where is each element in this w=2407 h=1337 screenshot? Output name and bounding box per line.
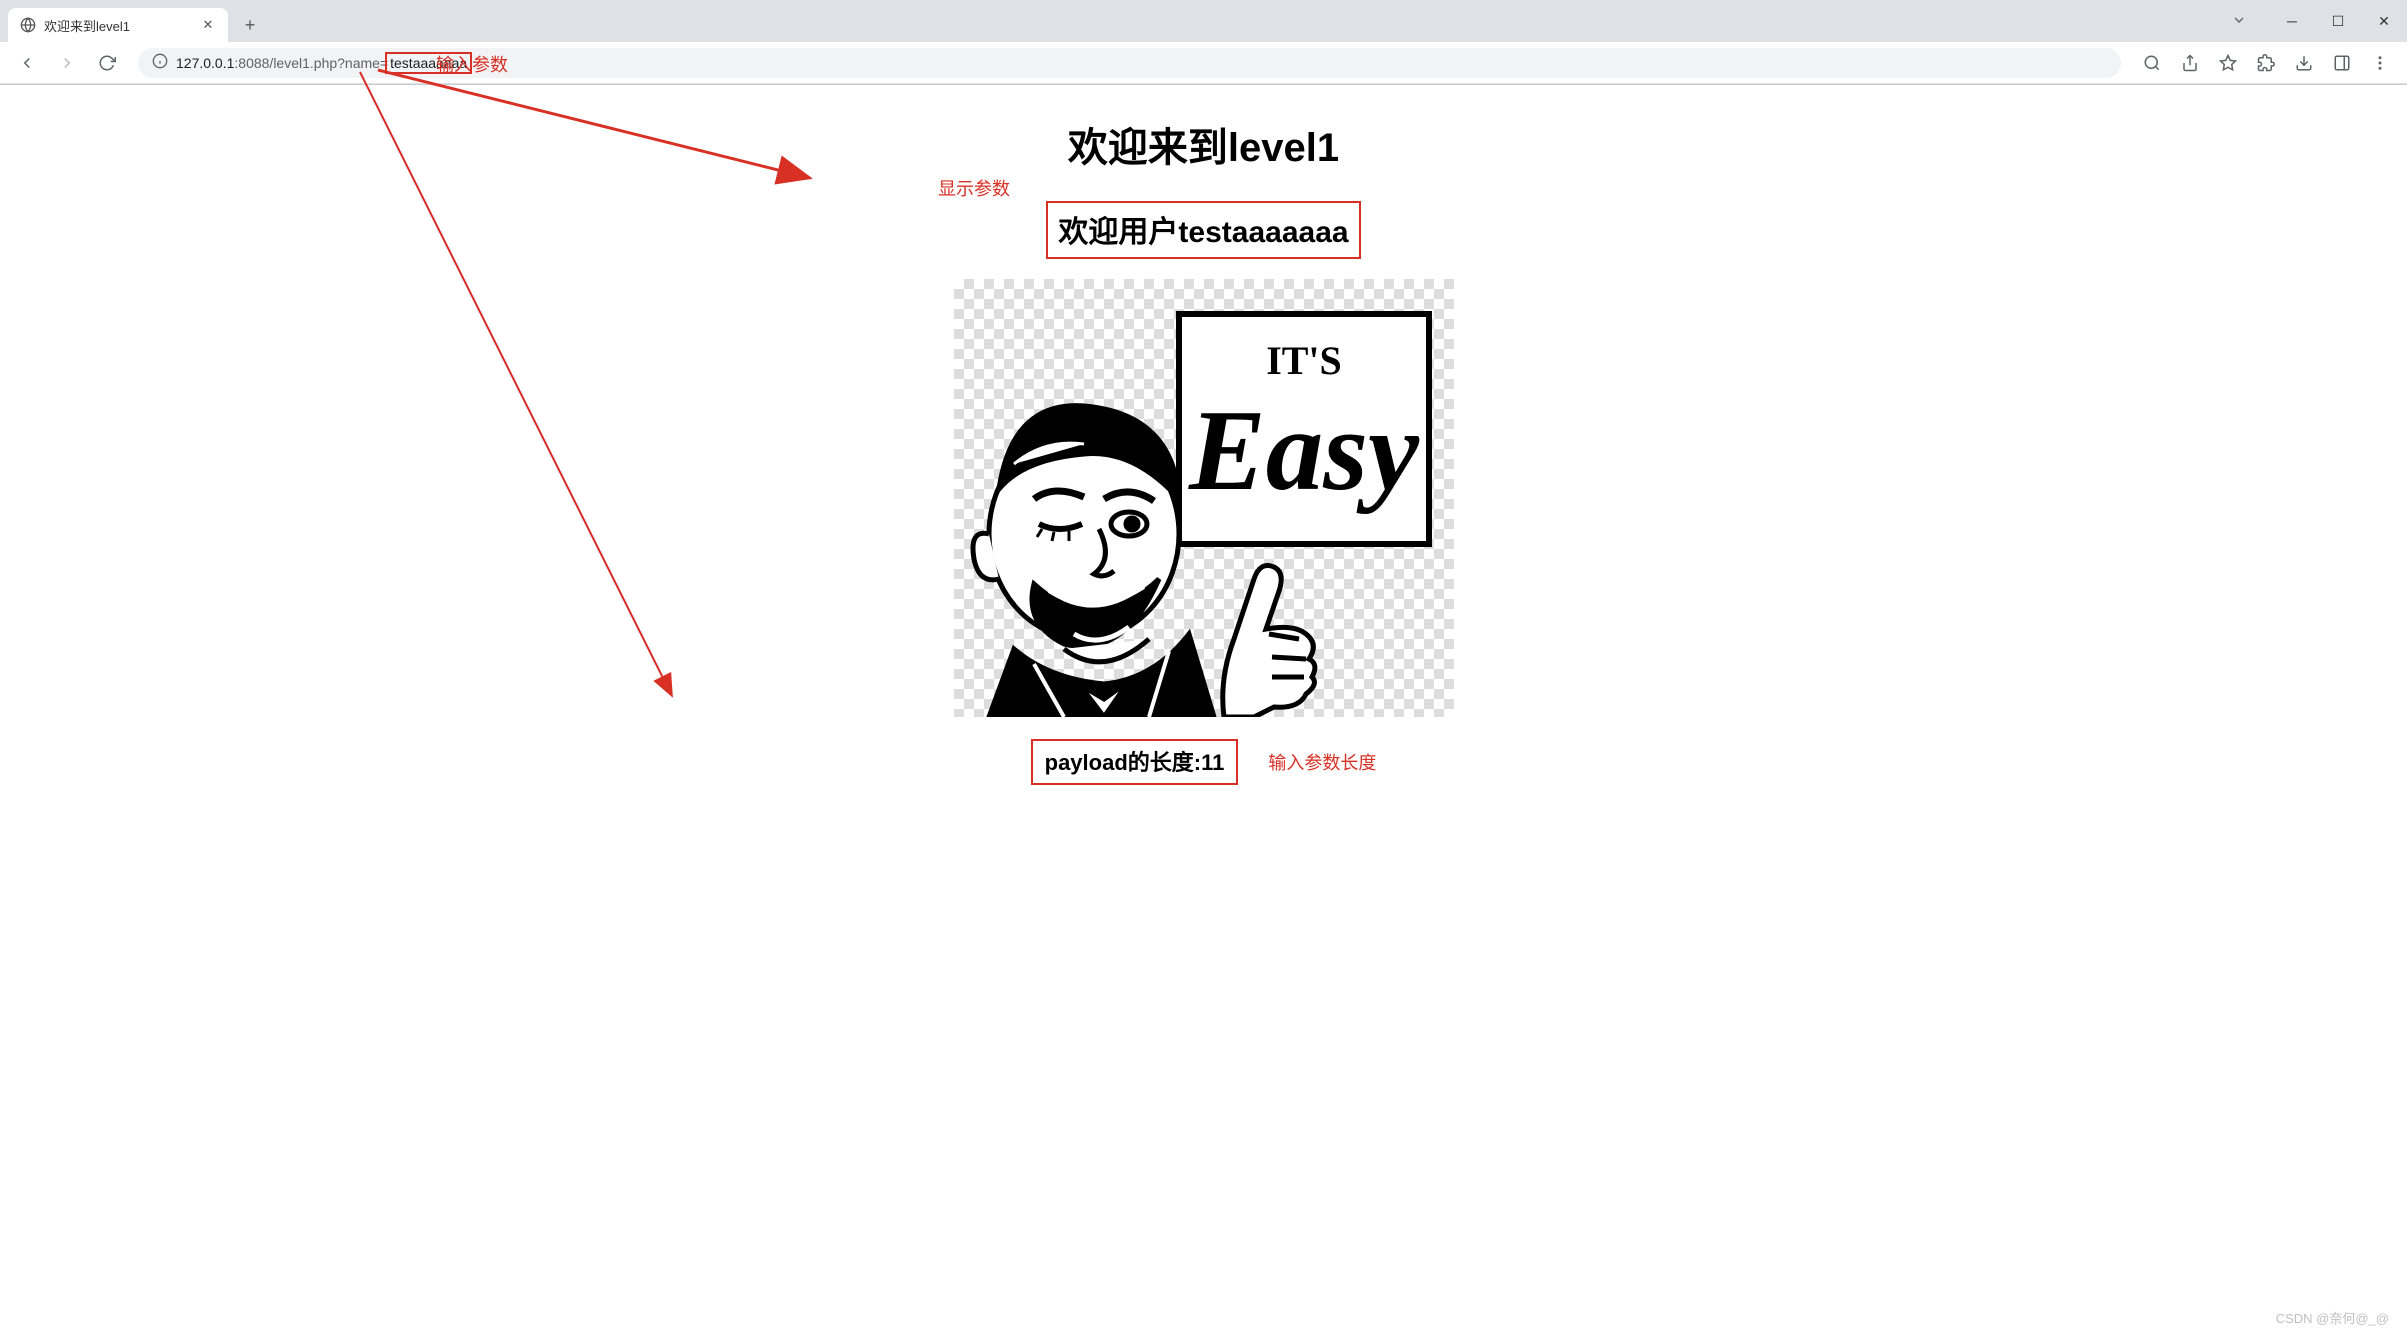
sidepanel-icon[interactable] — [2325, 46, 2359, 80]
reload-button[interactable] — [90, 46, 124, 80]
welcome-username: testaaaaaaa — [1178, 216, 1348, 249]
image-its-text: IT'S — [1266, 338, 1342, 383]
extensions-icon[interactable] — [2249, 46, 2283, 80]
tab-bar: 欢迎来到level1 ✕ + ─ ☐ ✕ — [0, 0, 2407, 42]
zoom-icon[interactable] — [2135, 46, 2169, 80]
toolbar-right — [2135, 46, 2397, 80]
page-title: 欢迎来到level1 — [0, 115, 2407, 173]
close-icon[interactable]: ✕ — [200, 17, 216, 33]
window-controls: ─ ☐ ✕ — [2269, 0, 2407, 42]
welcome-user-text: 欢迎用户testaaaaaaa — [1058, 207, 1348, 251]
payload-value: 11 — [1201, 750, 1224, 775]
browser-chrome: 欢迎来到level1 ✕ + ─ ☐ ✕ 127.0.0.1:8088/lev — [0, 0, 2407, 85]
url-text: 127.0.0.1:8088/level1.php?name=testaaaaa… — [176, 52, 472, 74]
annotation-input-param: 输入参数 — [436, 51, 508, 77]
minimize-button[interactable]: ─ — [2269, 0, 2315, 42]
welcome-prefix: 欢迎用户 — [1058, 216, 1178, 249]
annotation-length: 输入参数长度 — [1268, 749, 1376, 775]
annotation-display-param: 显示参数 — [938, 175, 1010, 201]
level-image: IT'S Easy — [954, 279, 1454, 717]
share-icon[interactable] — [2173, 46, 2207, 80]
watermark: CSDN @奈何@_@ — [2276, 1308, 2389, 1327]
payload-label: payload的长度: — [1045, 750, 1201, 775]
menu-icon[interactable] — [2363, 46, 2397, 80]
maximize-button[interactable]: ☐ — [2315, 0, 2361, 42]
bookmark-icon[interactable] — [2211, 46, 2245, 80]
browser-toolbar: 127.0.0.1:8088/level1.php?name=testaaaaa… — [0, 42, 2407, 84]
payload-length-box: payload的长度:11 — [1031, 739, 1239, 785]
tab-overflow-icon[interactable] — [2231, 12, 2247, 33]
url-host: 127.0.0.1 — [176, 55, 234, 71]
browser-tab[interactable]: 欢迎来到level1 ✕ — [8, 8, 228, 42]
site-info-icon[interactable] — [152, 53, 168, 72]
tab-title: 欢迎来到level1 — [44, 16, 130, 35]
image-easy-text: Easy — [1188, 387, 1420, 514]
close-window-button[interactable]: ✕ — [2361, 0, 2407, 42]
page-content: 欢迎来到level1 欢迎用户testaaaaaaa IT'S Easy — [0, 85, 2407, 785]
globe-icon — [20, 17, 36, 33]
back-button[interactable] — [10, 46, 44, 80]
new-tab-button[interactable]: + — [236, 11, 264, 39]
url-path: :8088/level1.php?name= — [234, 55, 388, 71]
forward-button[interactable] — [50, 46, 84, 80]
welcome-user-box: 欢迎用户testaaaaaaa — [1046, 201, 1360, 259]
download-icon[interactable] — [2287, 46, 2321, 80]
payload-row: payload的长度:11 输入参数长度 — [1031, 739, 1377, 785]
